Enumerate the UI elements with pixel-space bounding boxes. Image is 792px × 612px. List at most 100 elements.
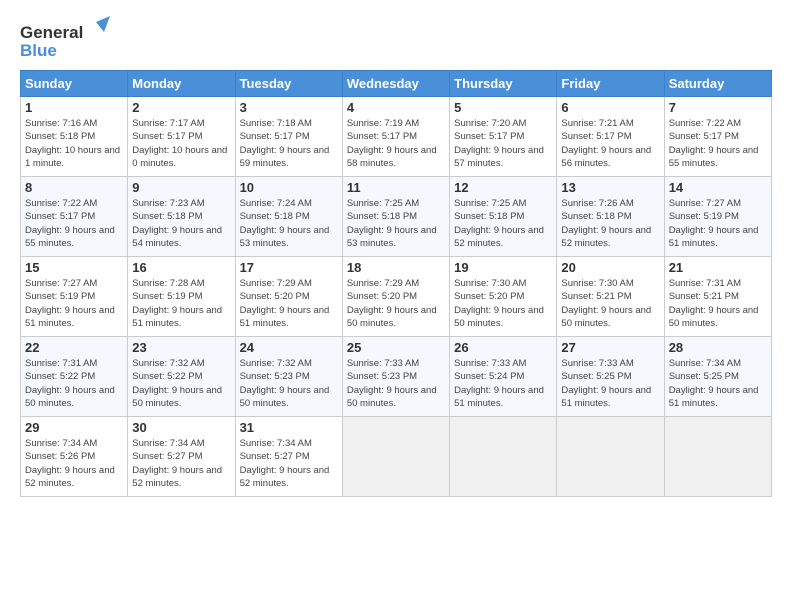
day-info: Sunrise: 7:26 AM Sunset: 5:18 PM Dayligh… [561, 197, 659, 250]
day-info: Sunrise: 7:21 AM Sunset: 5:17 PM Dayligh… [561, 117, 659, 170]
calendar-cell: 12 Sunrise: 7:25 AM Sunset: 5:18 PM Dayl… [450, 177, 557, 257]
day-info: Sunrise: 7:17 AM Sunset: 5:17 PM Dayligh… [132, 117, 230, 170]
day-info: Sunrise: 7:16 AM Sunset: 5:18 PM Dayligh… [25, 117, 123, 170]
calendar-cell: 1 Sunrise: 7:16 AM Sunset: 5:18 PM Dayli… [21, 97, 128, 177]
day-number: 12 [454, 180, 552, 195]
calendar-cell: 27 Sunrise: 7:33 AM Sunset: 5:25 PM Dayl… [557, 337, 664, 417]
calendar-day-header: Thursday [450, 71, 557, 97]
calendar-cell [342, 417, 449, 497]
day-info: Sunrise: 7:27 AM Sunset: 5:19 PM Dayligh… [669, 197, 767, 250]
calendar-cell: 9 Sunrise: 7:23 AM Sunset: 5:18 PM Dayli… [128, 177, 235, 257]
calendar-week-row: 15 Sunrise: 7:27 AM Sunset: 5:19 PM Dayl… [21, 257, 772, 337]
day-info: Sunrise: 7:30 AM Sunset: 5:21 PM Dayligh… [561, 277, 659, 330]
day-info: Sunrise: 7:22 AM Sunset: 5:17 PM Dayligh… [25, 197, 123, 250]
day-info: Sunrise: 7:34 AM Sunset: 5:25 PM Dayligh… [669, 357, 767, 410]
calendar-day-header: Tuesday [235, 71, 342, 97]
calendar-cell: 18 Sunrise: 7:29 AM Sunset: 5:20 PM Dayl… [342, 257, 449, 337]
day-info: Sunrise: 7:29 AM Sunset: 5:20 PM Dayligh… [240, 277, 338, 330]
day-info: Sunrise: 7:27 AM Sunset: 5:19 PM Dayligh… [25, 277, 123, 330]
day-info: Sunrise: 7:22 AM Sunset: 5:17 PM Dayligh… [669, 117, 767, 170]
day-number: 5 [454, 100, 552, 115]
calendar-cell: 5 Sunrise: 7:20 AM Sunset: 5:17 PM Dayli… [450, 97, 557, 177]
day-info: Sunrise: 7:29 AM Sunset: 5:20 PM Dayligh… [347, 277, 445, 330]
day-info: Sunrise: 7:25 AM Sunset: 5:18 PM Dayligh… [454, 197, 552, 250]
day-info: Sunrise: 7:18 AM Sunset: 5:17 PM Dayligh… [240, 117, 338, 170]
calendar-cell: 4 Sunrise: 7:19 AM Sunset: 5:17 PM Dayli… [342, 97, 449, 177]
calendar-week-row: 22 Sunrise: 7:31 AM Sunset: 5:22 PM Dayl… [21, 337, 772, 417]
day-number: 8 [25, 180, 123, 195]
day-info: Sunrise: 7:30 AM Sunset: 5:20 PM Dayligh… [454, 277, 552, 330]
calendar-cell: 28 Sunrise: 7:34 AM Sunset: 5:25 PM Dayl… [664, 337, 771, 417]
day-number: 29 [25, 420, 123, 435]
day-info: Sunrise: 7:32 AM Sunset: 5:22 PM Dayligh… [132, 357, 230, 410]
calendar-week-row: 1 Sunrise: 7:16 AM Sunset: 5:18 PM Dayli… [21, 97, 772, 177]
calendar-table: SundayMondayTuesdayWednesdayThursdayFrid… [20, 70, 772, 497]
calendar-cell: 3 Sunrise: 7:18 AM Sunset: 5:17 PM Dayli… [235, 97, 342, 177]
day-info: Sunrise: 7:34 AM Sunset: 5:27 PM Dayligh… [132, 437, 230, 490]
calendar-cell: 13 Sunrise: 7:26 AM Sunset: 5:18 PM Dayl… [557, 177, 664, 257]
day-number: 28 [669, 340, 767, 355]
day-number: 27 [561, 340, 659, 355]
calendar-day-header: Sunday [21, 71, 128, 97]
day-number: 30 [132, 420, 230, 435]
calendar-cell: 31 Sunrise: 7:34 AM Sunset: 5:27 PM Dayl… [235, 417, 342, 497]
day-number: 15 [25, 260, 123, 275]
calendar-cell: 10 Sunrise: 7:24 AM Sunset: 5:18 PM Dayl… [235, 177, 342, 257]
day-number: 26 [454, 340, 552, 355]
day-number: 6 [561, 100, 659, 115]
svg-text:General: General [20, 23, 83, 42]
calendar-cell: 7 Sunrise: 7:22 AM Sunset: 5:17 PM Dayli… [664, 97, 771, 177]
calendar-cell [664, 417, 771, 497]
day-info: Sunrise: 7:33 AM Sunset: 5:25 PM Dayligh… [561, 357, 659, 410]
page-container: General Blue SundayMondayTuesdayWednesda… [0, 0, 792, 507]
day-number: 21 [669, 260, 767, 275]
day-number: 11 [347, 180, 445, 195]
day-number: 3 [240, 100, 338, 115]
calendar-header-row: SundayMondayTuesdayWednesdayThursdayFrid… [21, 71, 772, 97]
day-number: 16 [132, 260, 230, 275]
day-info: Sunrise: 7:33 AM Sunset: 5:23 PM Dayligh… [347, 357, 445, 410]
calendar-cell: 20 Sunrise: 7:30 AM Sunset: 5:21 PM Dayl… [557, 257, 664, 337]
day-number: 20 [561, 260, 659, 275]
day-info: Sunrise: 7:20 AM Sunset: 5:17 PM Dayligh… [454, 117, 552, 170]
header: General Blue [20, 16, 772, 60]
calendar-week-row: 8 Sunrise: 7:22 AM Sunset: 5:17 PM Dayli… [21, 177, 772, 257]
day-number: 1 [25, 100, 123, 115]
calendar-cell: 22 Sunrise: 7:31 AM Sunset: 5:22 PM Dayl… [21, 337, 128, 417]
calendar-cell: 15 Sunrise: 7:27 AM Sunset: 5:19 PM Dayl… [21, 257, 128, 337]
calendar-day-header: Saturday [664, 71, 771, 97]
day-info: Sunrise: 7:19 AM Sunset: 5:17 PM Dayligh… [347, 117, 445, 170]
day-number: 17 [240, 260, 338, 275]
calendar-day-header: Monday [128, 71, 235, 97]
day-info: Sunrise: 7:25 AM Sunset: 5:18 PM Dayligh… [347, 197, 445, 250]
logo: General Blue [20, 16, 110, 60]
day-number: 22 [25, 340, 123, 355]
calendar-cell: 21 Sunrise: 7:31 AM Sunset: 5:21 PM Dayl… [664, 257, 771, 337]
calendar-cell: 2 Sunrise: 7:17 AM Sunset: 5:17 PM Dayli… [128, 97, 235, 177]
calendar-week-row: 29 Sunrise: 7:34 AM Sunset: 5:26 PM Dayl… [21, 417, 772, 497]
calendar-cell: 14 Sunrise: 7:27 AM Sunset: 5:19 PM Dayl… [664, 177, 771, 257]
day-number: 14 [669, 180, 767, 195]
day-info: Sunrise: 7:23 AM Sunset: 5:18 PM Dayligh… [132, 197, 230, 250]
day-number: 23 [132, 340, 230, 355]
calendar-cell: 23 Sunrise: 7:32 AM Sunset: 5:22 PM Dayl… [128, 337, 235, 417]
day-info: Sunrise: 7:34 AM Sunset: 5:26 PM Dayligh… [25, 437, 123, 490]
day-number: 18 [347, 260, 445, 275]
calendar-cell: 30 Sunrise: 7:34 AM Sunset: 5:27 PM Dayl… [128, 417, 235, 497]
calendar-cell: 11 Sunrise: 7:25 AM Sunset: 5:18 PM Dayl… [342, 177, 449, 257]
day-info: Sunrise: 7:24 AM Sunset: 5:18 PM Dayligh… [240, 197, 338, 250]
day-number: 2 [132, 100, 230, 115]
calendar-cell: 26 Sunrise: 7:33 AM Sunset: 5:24 PM Dayl… [450, 337, 557, 417]
day-info: Sunrise: 7:31 AM Sunset: 5:21 PM Dayligh… [669, 277, 767, 330]
day-number: 25 [347, 340, 445, 355]
calendar-cell: 8 Sunrise: 7:22 AM Sunset: 5:17 PM Dayli… [21, 177, 128, 257]
day-number: 31 [240, 420, 338, 435]
calendar-cell: 6 Sunrise: 7:21 AM Sunset: 5:17 PM Dayli… [557, 97, 664, 177]
day-info: Sunrise: 7:33 AM Sunset: 5:24 PM Dayligh… [454, 357, 552, 410]
day-info: Sunrise: 7:32 AM Sunset: 5:23 PM Dayligh… [240, 357, 338, 410]
calendar-cell [557, 417, 664, 497]
day-number: 13 [561, 180, 659, 195]
day-info: Sunrise: 7:28 AM Sunset: 5:19 PM Dayligh… [132, 277, 230, 330]
calendar-cell: 17 Sunrise: 7:29 AM Sunset: 5:20 PM Dayl… [235, 257, 342, 337]
day-number: 24 [240, 340, 338, 355]
